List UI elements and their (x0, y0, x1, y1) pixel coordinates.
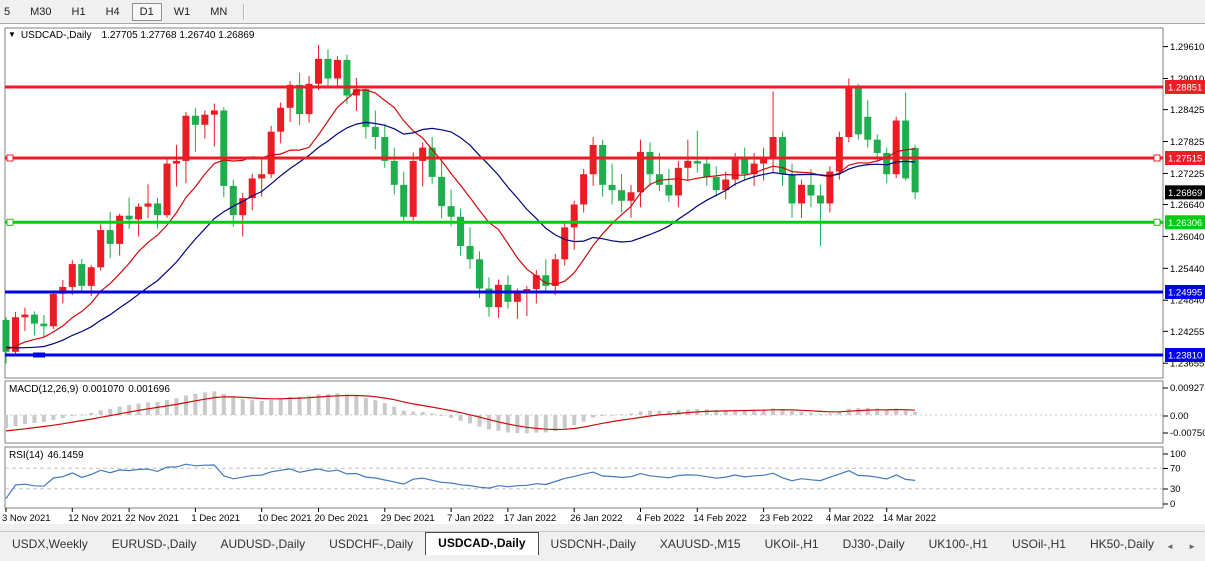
price-axis-label: 1.27825 (1170, 137, 1204, 148)
chart-symbol-label: USDCAD-,Daily (21, 30, 92, 41)
tab-scroll-arrows[interactable]: ◄ ► (1166, 542, 1202, 551)
timeframe-button-h4[interactable]: H4 (98, 3, 128, 21)
line-handle[interactable] (7, 155, 13, 161)
date-axis-label: 14 Feb 2022 (693, 513, 746, 524)
date-axis-label: 26 Jan 2022 (570, 513, 622, 524)
date-axis-label: 29 Dec 2021 (381, 513, 435, 524)
chart-ohlc-values: 1.27705 1.27768 1.26740 1.26869 (101, 30, 254, 41)
price-badge-label: 1.28851 (1168, 82, 1202, 93)
tab-audusd-daily[interactable]: AUDUSD-,Daily (208, 534, 317, 555)
line-handle[interactable] (1154, 155, 1160, 161)
line-handle[interactable] (7, 219, 13, 225)
date-axis-label: 23 Feb 2022 (760, 513, 813, 524)
date-axis-label: 1 Dec 2021 (191, 513, 240, 524)
price-badge-label: 1.27515 (1168, 154, 1202, 165)
tab-xauusd-m15[interactable]: XAUUSD-,M15 (648, 534, 753, 555)
chart-title: ▼ USDCAD-,Daily 1.27705 1.27768 1.26740 1.… (8, 30, 258, 41)
price-axis-label: 1.26640 (1170, 200, 1204, 211)
date-axis-label: 22 Nov 2021 (125, 513, 179, 524)
rsi-pane-label: RSI(14) 46.1459 (9, 450, 88, 461)
trading-platform-window: 5M30 H1H4D1W1MN 1.296101.290101.284251.27… (0, 0, 1205, 561)
line-handle[interactable] (33, 352, 45, 357)
date-axis-label: 10 Dec 2021 (258, 513, 312, 524)
macd-axis-label: 0.009278 (1170, 383, 1205, 394)
timeframe-button-m30[interactable]: M30 (22, 3, 59, 21)
date-axis-label: 4 Mar 2022 (826, 513, 874, 524)
timeframe-button-w1[interactable]: W1 (166, 3, 199, 21)
chart-pane (5, 381, 1163, 443)
date-axis-label: 14 Mar 2022 (883, 513, 936, 524)
date-axis-label: 12 Nov 2021 (68, 513, 122, 524)
rsi-indicator-name: RSI(14) (9, 450, 43, 461)
price-axis-label: 1.29610 (1170, 42, 1204, 53)
date-axis-label: 7 Jan 2022 (447, 513, 494, 524)
timeframe-button-h1[interactable]: H1 (64, 3, 94, 21)
date-axis-label: 17 Jan 2022 (504, 513, 556, 524)
rsi-value: 46.1459 (47, 450, 83, 461)
tab-usoil-h1[interactable]: USOil-,H1 (1000, 534, 1078, 555)
toolbar-divider (243, 4, 244, 20)
macd-indicator-name: MACD(12,26,9) (9, 384, 78, 395)
timeframe-button-d1[interactable]: D1 (132, 3, 162, 21)
macd-main-value: 0.001070 (82, 384, 124, 395)
tab-hk50-daily[interactable]: HK50-,Daily (1078, 534, 1166, 555)
tab-usdchf-daily[interactable]: USDCHF-,Daily (317, 534, 425, 555)
tab-usdcnh-daily[interactable]: USDCNH-,Daily (539, 534, 648, 555)
tab-dj30-daily[interactable]: DJ30-,Daily (831, 534, 917, 555)
price-badge-label: 1.26869 (1168, 188, 1202, 199)
timeframe-button-5[interactable]: 5 (0, 3, 18, 21)
chart-canvas: 1.296101.290101.284251.278251.272251.266… (0, 0, 1205, 561)
price-axis-label: 1.25440 (1170, 264, 1204, 275)
price-axis-label: 1.28425 (1170, 105, 1204, 116)
price-badge-label: 1.23810 (1168, 350, 1202, 361)
timeframe-toolbar: 5M30 H1H4D1W1MN (0, 0, 1205, 24)
rsi-axis-label: 100 (1170, 449, 1186, 460)
bottom-strip: USDX,WeeklyEURUSD-,DailyAUDUSD-,DailyUSD… (0, 524, 1205, 561)
price-axis-label: 1.26040 (1170, 232, 1204, 243)
macd-axis-label: -0.00750 (1170, 428, 1205, 439)
price-axis-label: 1.27225 (1170, 169, 1204, 180)
price-axis-label: 1.24255 (1170, 327, 1204, 338)
timeframe-button-mn[interactable]: MN (202, 3, 235, 21)
price-badge-label: 1.26306 (1168, 218, 1202, 229)
tab-usdcad-daily[interactable]: USDCAD-,Daily (425, 532, 538, 555)
date-axis-label: 20 Dec 2021 (315, 513, 369, 524)
tab-usdx-weekly[interactable]: USDX,Weekly (0, 534, 100, 555)
rsi-axis-label: 0 (1170, 499, 1175, 510)
date-axis-label: 4 Feb 2022 (636, 513, 684, 524)
macd-axis-label: 0.00 (1170, 411, 1189, 422)
date-axis-label: 3 Nov 2021 (2, 513, 51, 524)
macd-pane-label: MACD(12,26,9) 0.001070 0.001696 (9, 384, 174, 395)
rsi-axis-label: 30 (1170, 484, 1181, 495)
macd-signal-value: 0.001696 (128, 384, 170, 395)
chart-pane (5, 447, 1163, 508)
chart-tab-bar: USDX,WeeklyEURUSD-,DailyAUDUSD-,DailyUSD… (0, 531, 1205, 555)
tab-eurusd-daily[interactable]: EURUSD-,Daily (100, 534, 209, 555)
tab-uk100-h1[interactable]: UK100-,H1 (917, 534, 1000, 555)
price-badge-label: 1.24995 (1168, 287, 1202, 298)
tab-ukoil-h1[interactable]: UKOil-,H1 (753, 534, 831, 555)
rsi-axis-label: 70 (1170, 464, 1181, 475)
chart-menu-icon[interactable]: ▼ (8, 30, 16, 39)
line-handle[interactable] (1154, 219, 1160, 225)
